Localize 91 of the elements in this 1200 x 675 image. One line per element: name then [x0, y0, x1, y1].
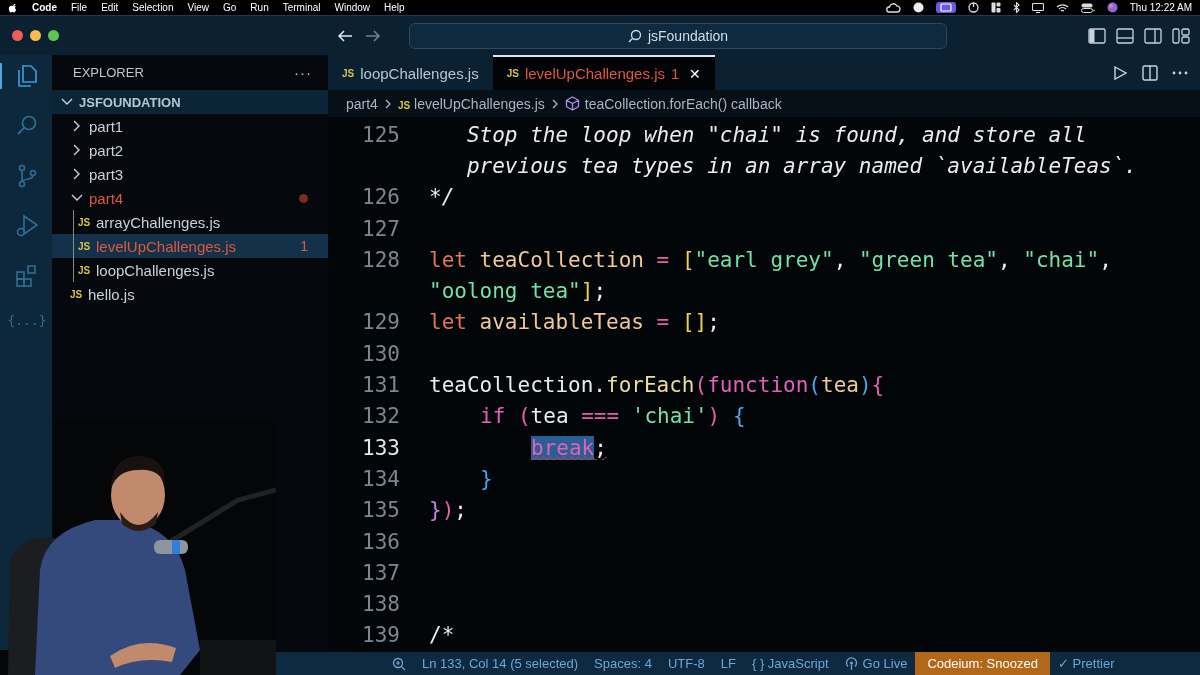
line-number: 130: [361, 341, 400, 366]
breadcrumb-item[interactable]: JS levelUpChallenges.js: [397, 95, 545, 112]
problem-dot: [299, 193, 308, 203]
toggle-icon[interactable]: [1080, 2, 1095, 13]
monitor-icon[interactable]: [1031, 2, 1044, 13]
apple-icon: [8, 1, 18, 14]
code-line: previous tea types in an array named `availableTeas`.: [465, 153, 1137, 178]
display-icon: [939, 3, 952, 12]
zoom-icon[interactable]: [392, 656, 406, 671]
line-number: 126: [361, 185, 400, 210]
line-number: 128: [361, 247, 400, 272]
more-actions-button[interactable]: ···: [294, 64, 312, 81]
app-menu[interactable]: Code: [32, 2, 57, 13]
explorer-entry[interactable]: JS hello.js: [52, 282, 328, 306]
power-icon[interactable]: [967, 2, 979, 13]
layout-icon[interactable]: [990, 2, 1001, 13]
line-number: 134: [361, 466, 400, 491]
go-live-button[interactable]: Go Live: [836, 652, 916, 675]
toggle-secondary-sidebar-icon[interactable]: [1144, 27, 1162, 44]
line-number: 139: [361, 623, 400, 648]
customize-layout-icon[interactable]: [1172, 27, 1190, 44]
clock[interactable]: Thu 12:22 AM: [1129, 2, 1192, 13]
code-line: });: [429, 498, 467, 523]
menu-item[interactable]: Terminal: [282, 2, 321, 13]
breadcrumb-item[interactable]: teaCollection.forEach() callback: [584, 95, 782, 112]
folder-item[interactable]: part3: [52, 162, 328, 186]
folder-item[interactable]: part2: [52, 138, 328, 162]
explorer-entry[interactable]: JS loopChallenges.js: [52, 258, 328, 282]
status-item[interactable]: Ln 133, Col 14 (5 selected): [414, 652, 587, 675]
status-item[interactable]: LF: [712, 652, 744, 675]
orb-icon[interactable]: [1106, 2, 1118, 13]
back-arrow-icon[interactable]: [337, 28, 353, 43]
code-line: if (tea === 'chai') {: [480, 404, 746, 429]
toggle-sidebar-icon[interactable]: [1088, 27, 1106, 44]
code-line: let teaCollection = ["earl grey", "green tea", "chai",: [429, 247, 1112, 272]
toggle-panel-icon[interactable]: [1116, 27, 1134, 44]
menu-item[interactable]: Selection: [132, 2, 174, 13]
status-item[interactable]: Spaces: 4: [586, 652, 660, 675]
command-center-search[interactable]: jsFoundation: [409, 22, 947, 49]
menu-item[interactable]: View: [187, 2, 209, 13]
menu-item[interactable]: Go: [223, 2, 237, 13]
cloud-icon[interactable]: [884, 2, 901, 13]
line-number: 132: [361, 404, 400, 429]
code-line: Stop the loop when "chai" is found, and store all: [465, 122, 1087, 147]
line-number: 131: [361, 373, 400, 397]
code-line: */: [429, 185, 455, 210]
line-number: 127: [361, 216, 400, 241]
menu-item[interactable]: Window: [334, 2, 371, 13]
breadcrumb-item[interactable]: part4: [346, 95, 378, 112]
menu-item[interactable]: Edit: [101, 2, 119, 13]
code-line: "oolong tea"];: [429, 279, 607, 304]
line-number: 125: [361, 122, 400, 147]
status-item[interactable]: ✓ Prettier: [1049, 652, 1123, 675]
circle-icon[interactable]: [912, 2, 924, 13]
line-number: 129: [361, 310, 400, 335]
run-icon[interactable]: [1112, 64, 1128, 81]
editor-tab[interactable]: JS loopChallenges.js: [328, 55, 493, 90]
folder-root-row[interactable]: JSFOUNDATION: [52, 90, 328, 114]
cube-icon: [564, 96, 580, 111]
split-editor-icon[interactable]: [1142, 64, 1158, 81]
search-icon: [627, 28, 642, 43]
line-number: 136: [361, 529, 400, 554]
run-debug-icon[interactable]: [14, 213, 40, 239]
code-line: let availableTeas = [];: [429, 310, 720, 335]
broadcast-icon: [844, 656, 858, 671]
line-number: 135: [361, 498, 400, 523]
zoom-window-button[interactable]: [48, 30, 59, 41]
folder-item[interactable]: part4: [52, 186, 328, 210]
folder-item[interactable]: part1: [52, 114, 328, 138]
menu-item[interactable]: Help: [384, 2, 405, 13]
explorer-title: EXPLORER: [73, 65, 144, 80]
screen-share-button[interactable]: [935, 2, 956, 13]
wifi-icon[interactable]: [1055, 2, 1069, 13]
line-number: 138: [361, 592, 400, 617]
menu-item[interactable]: File: [71, 2, 88, 13]
code-line: teaCollection.forEach(function(tea){: [429, 373, 885, 397]
code-line: }: [480, 466, 493, 491]
minimize-window-button[interactable]: [30, 30, 41, 41]
status-item[interactable]: { } JavaScript: [743, 652, 837, 675]
status-item[interactable]: UTF-8: [659, 652, 713, 675]
editor-tab[interactable]: JS levelUpChallenges.js 1 ✕: [492, 55, 716, 90]
code-line: /*: [429, 623, 455, 648]
explorer-entry[interactable]: JS arrayChallenges.js: [52, 210, 328, 234]
close-window-button[interactable]: [12, 30, 23, 41]
bluetooth-icon[interactable]: [1012, 2, 1020, 13]
status-item[interactable]: Codeium: Snoozed: [915, 652, 1050, 675]
line-number: 133: [361, 435, 400, 460]
explorer-entry[interactable]: JS levelUpChallenges.js 1: [52, 234, 328, 258]
menu-item[interactable]: Run: [250, 2, 269, 13]
line-number: 137: [361, 560, 400, 585]
forward-arrow-icon[interactable]: [365, 28, 381, 43]
